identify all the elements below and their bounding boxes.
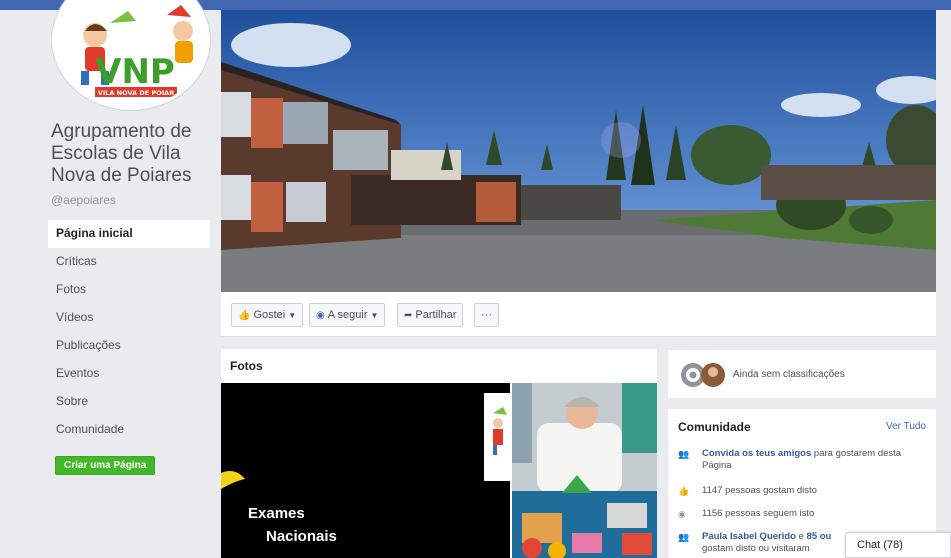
create-page-button[interactable]: Criar uma Página [55, 456, 156, 475]
profile-picture[interactable]: VNP VILA NOVA DE POIAR [52, 0, 210, 110]
community-title: Comunidade [678, 420, 751, 434]
nav-item-posts[interactable]: Publicações [48, 332, 210, 360]
nav-item-videos[interactable]: Vídeos [48, 304, 210, 332]
see-all-link[interactable]: Ver Tudo [886, 421, 926, 432]
people-icon: 👥 [678, 449, 690, 459]
left-sidebar: VNP VILA NOVA DE POIAR Agrupamento de Es… [48, 0, 216, 558]
community-likes-row: 👍 1147 pessoas gostam disto [678, 485, 817, 496]
photo-caption-line2: Nacionais [266, 528, 337, 545]
nav-item-events[interactable]: Eventos [48, 360, 210, 388]
nav-item-community[interactable]: Comunidade [48, 416, 210, 444]
ratings-status: Ainda sem classificações [733, 369, 845, 380]
school-logo: VNP VILA NOVA DE POIAR [55, 0, 207, 107]
follow-button[interactable]: ◉ A seguir ▼ [309, 303, 386, 327]
photo-graphic [512, 383, 657, 558]
svg-text:VNP: VNP [95, 52, 175, 92]
chevron-down-icon: ▼ [370, 311, 379, 320]
rss-icon: ◉ [678, 509, 686, 519]
ratings-card: Ainda sem classificações [668, 350, 936, 398]
page-action-bar: 👍 Gostei ▼ ◉ A seguir ▼ ➦ Partilhar ··· [221, 292, 936, 337]
nav-item-about[interactable]: Sobre [48, 388, 210, 416]
photo-caption-line1: Exames [248, 505, 305, 522]
thumbs-up-icon: 👍 [238, 310, 251, 321]
friend-name-link[interactable]: Paula Isabel Querido [702, 531, 796, 542]
like-button[interactable]: 👍 Gostei ▼ [231, 303, 304, 327]
community-invite-row: 👥 Convida os teus amigos para gostarem d… [678, 448, 902, 471]
photo-graphic [221, 383, 510, 558]
chevron-down-icon: ▼ [288, 311, 297, 320]
page-handle[interactable]: @aepoiares [51, 193, 116, 207]
nav-item-home[interactable]: Página inicial [48, 220, 210, 248]
community-follows-row: ◉ 1156 pessoas seguem isto [678, 508, 815, 519]
nav-item-photos[interactable]: Fotos [48, 276, 210, 304]
photos-section: Fotos Exames Nacionais [221, 349, 657, 558]
page-title[interactable]: Agrupamento de Escolas de Vila Nova de P… [51, 121, 211, 187]
share-button[interactable]: ➦ Partilhar [397, 303, 464, 327]
cover-image [221, 10, 936, 292]
thumbs-up-icon: 👍 [678, 486, 690, 496]
invite-friends-link[interactable]: Convida os teus amigos [702, 448, 811, 459]
nav-item-reviews[interactable]: Críticas [48, 248, 210, 276]
page-nav: Página inicial Críticas Fotos Vídeos Pub… [48, 220, 210, 444]
more-options-button[interactable]: ··· [474, 303, 499, 327]
rating-avatars [681, 363, 725, 387]
svg-text:VILA NOVA DE POIAR: VILA NOVA DE POIAR [98, 89, 174, 97]
cover-photo[interactable] [221, 10, 936, 292]
photo-thumbnail[interactable]: Exames Nacionais [221, 383, 510, 558]
rss-icon: ◉ [316, 310, 325, 321]
photo-thumbnail[interactable] [512, 383, 657, 558]
people-icon: 👥 [678, 532, 690, 542]
photos-title[interactable]: Fotos [230, 359, 263, 373]
chat-tab[interactable]: Chat (78) [845, 532, 951, 558]
share-arrow-icon: ➦ [404, 310, 413, 321]
other-friends-link[interactable]: 85 ou [807, 531, 832, 542]
